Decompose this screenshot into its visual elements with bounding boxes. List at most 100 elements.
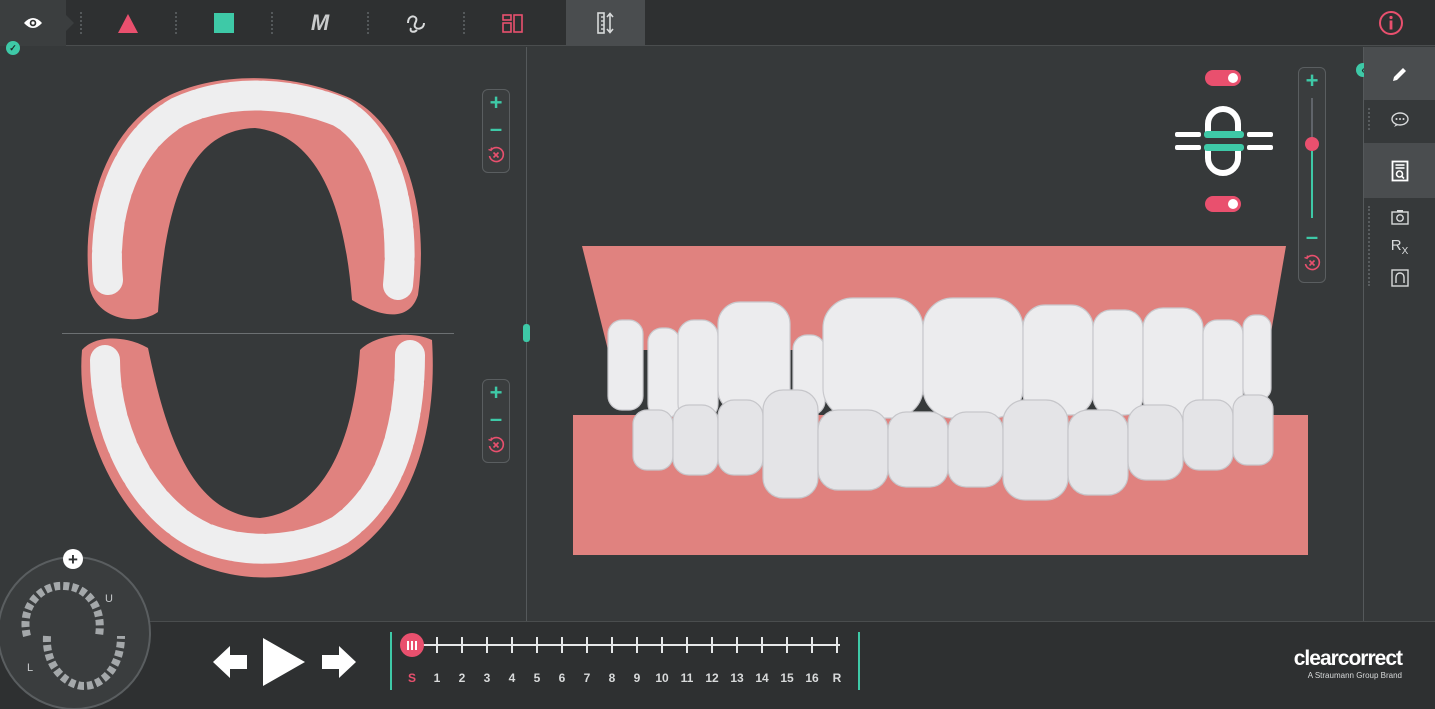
timeline-track[interactable] <box>412 644 840 646</box>
triangle-tool-button[interactable] <box>96 0 160 46</box>
reset-view-icon <box>488 436 505 453</box>
timeline-stage-label[interactable]: R <box>827 671 847 685</box>
zoom-reset-button[interactable] <box>483 142 509 168</box>
comments-button[interactable] <box>1364 104 1435 136</box>
square-tool-button[interactable] <box>192 0 256 46</box>
timeline-tick[interactable] <box>686 637 688 653</box>
timeline-stage-label[interactable]: 11 <box>677 671 697 685</box>
grip-line <box>411 640 413 650</box>
timeline-tick[interactable] <box>511 637 513 653</box>
timeline-tick[interactable] <box>661 637 663 653</box>
previous-stage-button[interactable] <box>213 645 249 679</box>
timeline-tick[interactable] <box>761 637 763 653</box>
timeline-tick[interactable] <box>811 637 813 653</box>
toolbar-separator <box>367 12 369 34</box>
upper-arch-occlusal[interactable] <box>87 78 421 320</box>
edit-button[interactable] <box>1364 47 1435 100</box>
frontal-teeth-view[interactable] <box>568 240 1313 560</box>
jaw-orientation-icon[interactable] <box>1175 98 1273 184</box>
timeline-tick[interactable] <box>636 637 638 653</box>
timeline-stage-label[interactable]: 12 <box>702 671 722 685</box>
m-tool-button[interactable]: M <box>288 0 352 46</box>
reset-view-icon <box>1304 254 1321 271</box>
timeline-stage-label[interactable]: 1 <box>427 671 447 685</box>
timeline-tick[interactable] <box>461 637 463 653</box>
wave-tool-button[interactable] <box>384 0 448 46</box>
timeline-tick[interactable] <box>611 637 613 653</box>
prescription-button[interactable]: RX <box>1364 234 1435 260</box>
camera-button[interactable] <box>1364 204 1435 230</box>
zoom-reset-button[interactable] <box>483 432 509 458</box>
timeline-tick[interactable] <box>786 637 788 653</box>
tooth-navigator[interactable]: U L <box>0 556 151 709</box>
next-stage-button[interactable] <box>320 645 356 679</box>
occlusal-views <box>81 78 433 578</box>
timeline-stage-label[interactable]: 3 <box>477 671 497 685</box>
m-icon: M <box>310 10 330 35</box>
timeline-stage-label[interactable]: 8 <box>602 671 622 685</box>
measure-tool-button[interactable] <box>566 0 645 46</box>
zoom-in-button[interactable]: + <box>483 380 509 406</box>
timeline-tick[interactable] <box>536 637 538 653</box>
timeline-stage-label[interactable]: 10 <box>652 671 672 685</box>
arrow-right-icon <box>322 646 356 678</box>
toolbar-separator <box>80 12 82 34</box>
timeline-stage-label[interactable]: 6 <box>552 671 572 685</box>
play-button[interactable] <box>261 636 307 688</box>
timeline-stage-label[interactable]: 14 <box>752 671 772 685</box>
zoom-slider[interactable] <box>1299 94 1325 224</box>
timeline-stage-label[interactable]: 15 <box>777 671 797 685</box>
frontal-zoom-control: + – <box>1298 67 1326 283</box>
split-view-button[interactable] <box>480 0 544 46</box>
timeline-tick[interactable] <box>711 637 713 653</box>
toolbar-separator <box>175 12 177 34</box>
info-button[interactable] <box>1368 0 1414 46</box>
zoom-out-button[interactable]: – <box>1299 224 1325 250</box>
view-panel-collapse-icon[interactable]: ✓ <box>6 41 20 55</box>
zoom-in-button[interactable]: + <box>483 90 509 116</box>
toolbar-separator <box>463 12 465 34</box>
document-review-button[interactable] <box>1364 143 1435 198</box>
top-toolbar: M <box>0 0 1435 46</box>
timeline-stage-label[interactable]: 9 <box>627 671 647 685</box>
brand-name: clearcorrect <box>1293 647 1403 670</box>
lower-jaw-toggle[interactable] <box>1205 196 1241 212</box>
arch-divider <box>62 333 454 334</box>
timeline-stage-label[interactable]: S <box>402 671 422 685</box>
upper-arch-zoom-control: + – <box>482 89 510 173</box>
timeline-scrubber[interactable] <box>400 633 424 657</box>
upper-jaw-toggle[interactable] <box>1205 70 1241 86</box>
timeline-stage-label[interactable]: 7 <box>577 671 597 685</box>
brand-logo: clearcorrect A Straumann Group Brand <box>1270 647 1403 682</box>
info-icon <box>1379 11 1403 35</box>
timeline-tick[interactable] <box>586 637 588 653</box>
timeline-tick[interactable] <box>561 637 563 653</box>
timeline-stage-label[interactable]: 16 <box>802 671 822 685</box>
timeline-stage-label[interactable]: 4 <box>502 671 522 685</box>
navigator-add-button[interactable]: + <box>63 549 83 569</box>
arch-form-button[interactable] <box>1364 265 1435 291</box>
chat-icon <box>1390 112 1409 127</box>
document-search-icon <box>1391 160 1408 181</box>
timeline-tick[interactable] <box>486 637 488 653</box>
camera-icon <box>1390 210 1409 225</box>
timeline-tick[interactable] <box>736 637 738 653</box>
zoom-reset-button[interactable] <box>1299 250 1325 276</box>
grip-line <box>415 640 417 650</box>
timeline-stage-label[interactable]: 13 <box>727 671 747 685</box>
timeline-tick[interactable] <box>436 637 438 653</box>
timeline-stage-label[interactable]: 5 <box>527 671 547 685</box>
pencil-icon <box>1392 67 1406 81</box>
eye-icon <box>24 18 42 28</box>
view-toggle-button[interactable] <box>0 0 74 46</box>
zoom-out-button[interactable]: – <box>483 116 509 142</box>
split-view-icon <box>501 13 523 33</box>
slider-knob[interactable] <box>1305 136 1319 151</box>
toggle-knob <box>1228 199 1238 209</box>
viewport-resize-handle[interactable] <box>523 324 530 342</box>
zoom-in-button[interactable]: + <box>1299 68 1325 94</box>
timeline-stage-label[interactable]: 2 <box>452 671 472 685</box>
zoom-out-button[interactable]: – <box>483 406 509 432</box>
lower-arch-occlusal[interactable] <box>81 334 433 578</box>
timeline-tick[interactable] <box>836 637 838 653</box>
